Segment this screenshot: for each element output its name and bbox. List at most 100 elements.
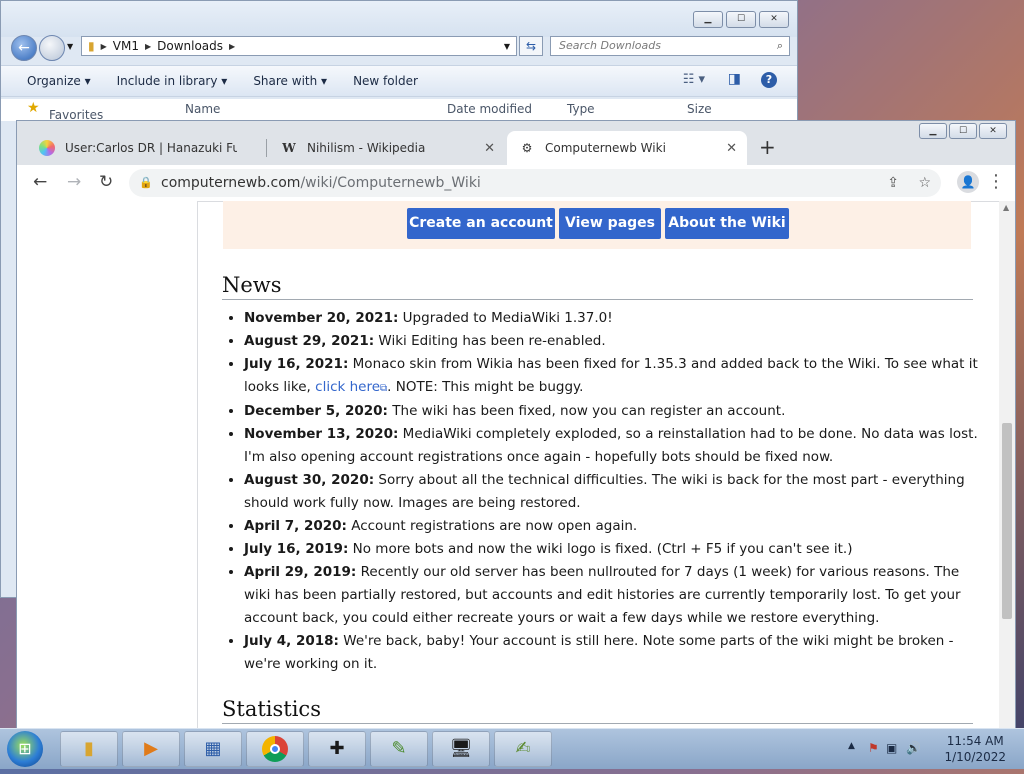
news-item: August 30, 2020: Sorry about all the tec… (244, 469, 989, 515)
monaco-preview-link[interactable]: click here (315, 379, 380, 395)
volume-icon[interactable]: 🔊 (906, 741, 921, 755)
network-icon[interactable]: ▣ (886, 741, 897, 755)
explorer-file-list-header: ★ Favorites Name Date modified Type Size (1, 99, 797, 122)
new-folder-button[interactable]: New folder (353, 74, 418, 88)
news-item: December 5, 2020: The wiki has been fixe… (244, 400, 989, 423)
back-button[interactable]: ← (11, 35, 37, 61)
scrollbar-thumb[interactable] (1002, 423, 1012, 619)
minimize-button[interactable]: ▁ (693, 11, 723, 28)
taskbar-media-player-button[interactable]: ▶ (122, 731, 180, 767)
tab-title: Computernewb Wiki (545, 141, 666, 155)
start-button[interactable]: ⊞ (7, 731, 43, 767)
taskbar-explorer-button[interactable]: ▮ (60, 731, 118, 767)
chrome-window-controls: ▁ ☐ ✕ (919, 123, 1007, 139)
url-bar[interactable]: 🔒 computernewb.com/wiki/Computernewb_Wik… (129, 169, 941, 197)
view-options-icon[interactable]: ☷ ▾ (683, 72, 705, 87)
url-host: computernewb.com (161, 175, 301, 191)
tab-strip: ▁ ☐ ✕ User:Carlos DR | Hanazuki Full of … (17, 121, 1015, 165)
tab-close-icon[interactable]: ✕ (484, 141, 495, 156)
breadcrumb-vm1[interactable]: VM1 (113, 39, 139, 53)
taskbar-control-panel-button[interactable]: ▦ (184, 731, 242, 767)
chrome-maximize-button[interactable]: ☐ (949, 123, 977, 139)
chrome-minimize-button[interactable]: ▁ (919, 123, 947, 139)
reload-icon[interactable]: ↻ (99, 172, 113, 192)
preview-pane-icon[interactable]: ◨ (728, 71, 741, 87)
plus-icon: + (759, 135, 776, 159)
breadcrumb-separator-icon: ▶ (229, 41, 236, 51)
page-scrollbar[interactable]: ▲ (999, 201, 1015, 729)
taskbar-gamepad-button[interactable]: ✚ (308, 731, 366, 767)
share-icon[interactable]: ⇪ (887, 169, 899, 197)
clock[interactable]: 11:54 AM 1/10/2022 (944, 733, 1006, 765)
help-icon[interactable]: ? (761, 72, 777, 88)
news-item: November 20, 2021: Upgraded to MediaWiki… (244, 307, 989, 330)
fandom-favicon-icon (39, 140, 55, 156)
taskbar-editor-button[interactable]: ✍ (494, 731, 552, 767)
refresh-icon: ⇆ (525, 39, 537, 53)
forward-button[interactable] (39, 35, 65, 61)
recent-pages-chevron-icon[interactable]: ▼ (67, 42, 73, 51)
explorer-search-input[interactable]: Search Downloads ⌕ (550, 36, 790, 56)
maximize-button[interactable]: ☐ (726, 11, 756, 28)
news-heading: News (222, 273, 973, 300)
explorer-search-placeholder: Search Downloads (559, 39, 661, 52)
forward-arrow-icon[interactable]: → (67, 172, 81, 192)
bookmark-star-icon[interactable]: ☆ (918, 169, 931, 197)
column-name[interactable]: Name (185, 102, 220, 116)
chrome-close-button[interactable]: ✕ (979, 123, 1007, 139)
news-date: July 4, 2018: (244, 633, 339, 649)
wiki-content: Create an account View pages About the W… (198, 201, 997, 729)
favorites-star-icon: ★ (27, 100, 40, 116)
clock-time: 11:54 AM (946, 734, 1004, 748)
breadcrumb-downloads[interactable]: Downloads (157, 39, 223, 53)
taskbar: ⊞ ▮ ▶ ▦ ✚ ✎ 🖥 ✍ ▲ ⚑ ▣ 🔊 11:54 AM 1/10/20… (0, 728, 1024, 769)
tab-computernewb-wiki[interactable]: ⚙ Computernewb Wiki ✕ (507, 131, 747, 165)
tab-close-icon[interactable]: ✕ (726, 141, 737, 156)
welcome-banner: Create an account View pages About the W… (223, 201, 971, 249)
explorer-address-bar[interactable]: ▮ ▶ VM1 ▶ Downloads ▶ ▼ (81, 36, 517, 56)
tab-title: User:Carlos DR | Hanazuki Full of (65, 141, 237, 155)
taskbar-chrome-button[interactable] (246, 731, 304, 767)
view-pages-button[interactable]: View pages (559, 208, 661, 239)
explorer-refresh-button[interactable]: ⇆ (519, 36, 543, 56)
back-arrow-icon[interactable]: ← (33, 172, 47, 192)
profile-avatar-icon[interactable]: 👤 (957, 171, 979, 193)
tab-nihilism[interactable]: W Nihilism - Wikipedia ✕ (269, 131, 505, 165)
column-type[interactable]: Type (567, 102, 595, 116)
news-item: July 16, 2019: No more bots and now the … (244, 538, 989, 561)
action-center-icon[interactable]: ⚑ (868, 741, 879, 755)
news-date: April 7, 2020: (244, 518, 347, 534)
include-in-library-menu[interactable]: Include in library ▾ (117, 74, 228, 88)
show-hidden-icons-icon[interactable]: ▲ (848, 741, 855, 751)
dpad-icon: ✚ (329, 738, 345, 759)
taskbar-monitor-button[interactable]: 🖥 (432, 731, 490, 767)
create-account-button[interactable]: Create an account (407, 208, 555, 239)
page-viewport: Create an account View pages About the W… (17, 201, 1015, 729)
address-dropdown-icon[interactable]: ▼ (504, 42, 510, 51)
scroll-up-icon[interactable]: ▲ (1003, 203, 1009, 212)
explorer-title-bar: ▁ ☐ ✕ (1, 1, 797, 37)
chrome-menu-icon[interactable]: ⋮ (987, 171, 1005, 192)
folder-icon: ▮ (88, 39, 95, 53)
news-text: The wiki has been fixed, now you can reg… (392, 403, 786, 419)
system-tray: ▲ ⚑ ▣ 🔊 11:54 AM 1/10/2022 (834, 729, 1024, 769)
new-tab-button[interactable]: + (759, 135, 776, 159)
folder-icon: ▮ (84, 738, 94, 759)
news-item: November 13, 2020: MediaWiki completely … (244, 423, 989, 469)
news-item: April 29, 2019: Recently our old server … (244, 561, 989, 630)
taskbar-app-button[interactable]: ✎ (370, 731, 428, 767)
lock-icon: 🔒 (139, 176, 153, 189)
news-text: Upgraded to MediaWiki 1.37.0! (402, 310, 613, 326)
about-wiki-button[interactable]: About the Wiki (665, 208, 789, 239)
close-button[interactable]: ✕ (759, 11, 789, 28)
news-text: Account registrations are now open again… (351, 518, 638, 534)
tab-hanazuki[interactable]: User:Carlos DR | Hanazuki Full of (27, 131, 267, 165)
wiki-sidebar (17, 201, 198, 729)
column-date-modified[interactable]: Date modified (447, 102, 532, 116)
share-with-menu[interactable]: Share with ▾ (253, 74, 327, 88)
news-date: November 20, 2021: (244, 310, 399, 326)
news-item: August 29, 2021: Wiki Editing has been r… (244, 330, 989, 353)
column-size[interactable]: Size (687, 102, 712, 116)
clock-date: 1/10/2022 (944, 750, 1006, 764)
organize-menu[interactable]: Organize ▾ (27, 74, 91, 88)
